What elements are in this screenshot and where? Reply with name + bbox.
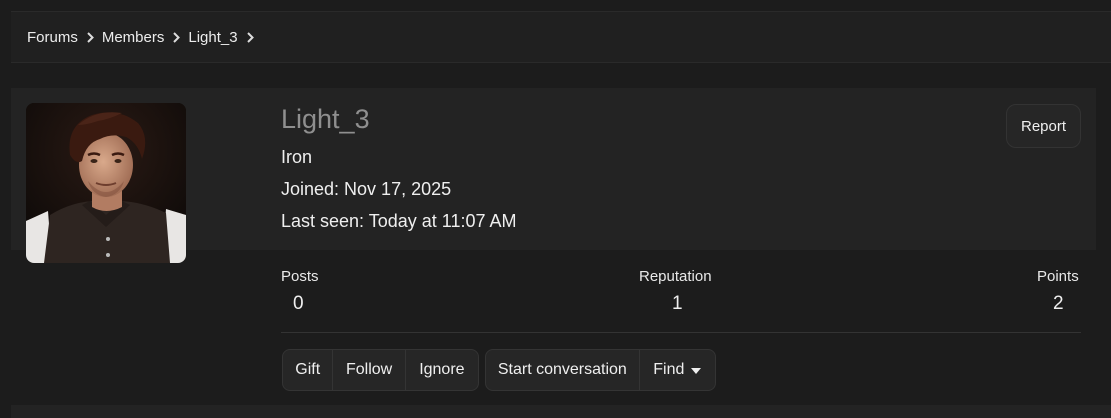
reputation-count: 1 (672, 293, 683, 314)
chevron-right-icon (246, 31, 254, 43)
chevron-right-icon (173, 31, 181, 43)
gift-button[interactable]: Gift (283, 350, 334, 390)
caret-down-icon (691, 361, 702, 379)
stats-divider (281, 332, 1081, 333)
breadcrumb-members[interactable]: Members (102, 29, 165, 46)
username: Light_3 (281, 104, 370, 134)
follow-button[interactable]: Follow (333, 350, 406, 390)
profile-footer-strip (11, 405, 1111, 418)
posts-count: 0 (293, 293, 304, 314)
points-label[interactable]: Points (1037, 268, 1079, 285)
posts-label[interactable]: Posts (281, 268, 319, 285)
chevron-right-icon (87, 31, 94, 43)
avatar-photo (26, 103, 186, 263)
joined-date: Joined: Nov 17, 2025 (281, 179, 452, 199)
last-seen: Last seen: Today at 11:07 AM (281, 211, 517, 231)
breadcrumb: Forums Members Light_3 (11, 11, 1111, 63)
report-button[interactable]: Report (1006, 104, 1081, 148)
conversation-actions-group: Start conversation Find (485, 349, 716, 391)
member-actions-group: Gift Follow Ignore (282, 349, 479, 391)
avatar[interactable] (26, 103, 186, 263)
find-label: Find (653, 361, 685, 378)
find-button[interactable]: Find (640, 350, 715, 390)
breadcrumb-forums[interactable]: Forums (27, 29, 78, 46)
points-count: 2 (1053, 293, 1064, 314)
reputation-label[interactable]: Reputation (639, 268, 712, 285)
ignore-button[interactable]: Ignore (406, 350, 478, 390)
breadcrumb-light-3[interactable]: Light_3 (188, 29, 237, 46)
start-conversation-button[interactable]: Start conversation (486, 350, 640, 390)
user-title: Iron (281, 147, 313, 167)
